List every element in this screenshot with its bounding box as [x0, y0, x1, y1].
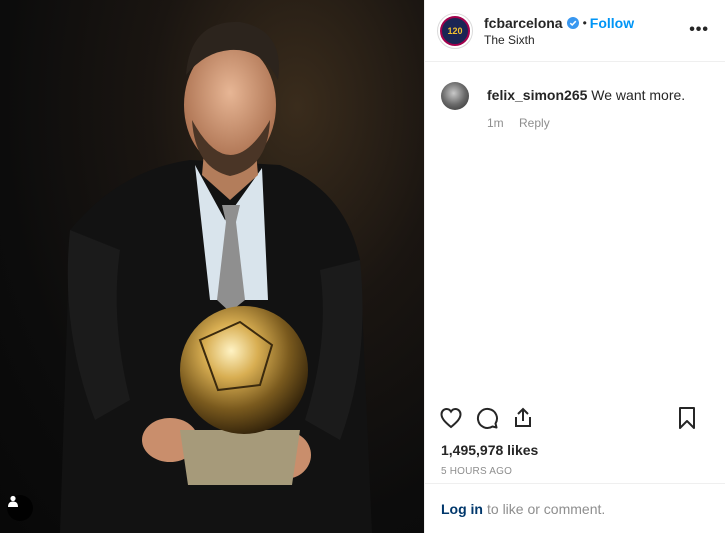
- bookmark-icon[interactable]: [675, 406, 699, 430]
- share-icon[interactable]: [511, 406, 535, 430]
- separator-dot: •: [582, 15, 587, 30]
- heart-icon[interactable]: [439, 406, 463, 430]
- photo-illustration: [60, 21, 372, 533]
- header-text: fcbarcelona • Follow The Sixth: [484, 15, 634, 47]
- comment-item: felix_simon265 We want more. 1m Reply: [441, 82, 709, 130]
- likes-count[interactable]: 1,495,978 likes: [425, 438, 725, 458]
- account-username[interactable]: fcbarcelona: [484, 15, 563, 31]
- post-photo[interactable]: [0, 0, 424, 533]
- comment-text: We want more.: [591, 87, 686, 103]
- comment-icon[interactable]: [475, 406, 499, 430]
- post-sidebar: 120 fcbarcelona • Follow The Sixth ••• f…: [424, 0, 725, 533]
- login-link[interactable]: Log in: [441, 501, 483, 517]
- user-tag-button[interactable]: [7, 495, 33, 521]
- login-bar: Log in to like or comment.: [425, 483, 725, 533]
- comments-list: felix_simon265 We want more. 1m Reply: [425, 62, 725, 398]
- comment-age: 1m: [487, 116, 504, 130]
- verified-badge-icon: [566, 16, 579, 29]
- more-options-icon[interactable]: •••: [689, 22, 709, 38]
- login-suffix: to like or comment.: [487, 500, 606, 517]
- user-tag-icon: [8, 495, 18, 507]
- post-timestamp[interactable]: 5 HOURS AGO: [425, 458, 725, 477]
- post-header: 120 fcbarcelona • Follow The Sixth •••: [425, 0, 725, 62]
- commenter-username[interactable]: felix_simon265: [487, 87, 587, 103]
- commenter-avatar[interactable]: [441, 82, 469, 110]
- account-avatar[interactable]: 120: [437, 12, 473, 49]
- follow-button[interactable]: Follow: [590, 15, 634, 31]
- action-bar: [425, 398, 725, 438]
- location-link[interactable]: The Sixth: [484, 33, 634, 47]
- avatar-badge: 120: [440, 15, 470, 46]
- reply-button[interactable]: Reply: [519, 116, 550, 130]
